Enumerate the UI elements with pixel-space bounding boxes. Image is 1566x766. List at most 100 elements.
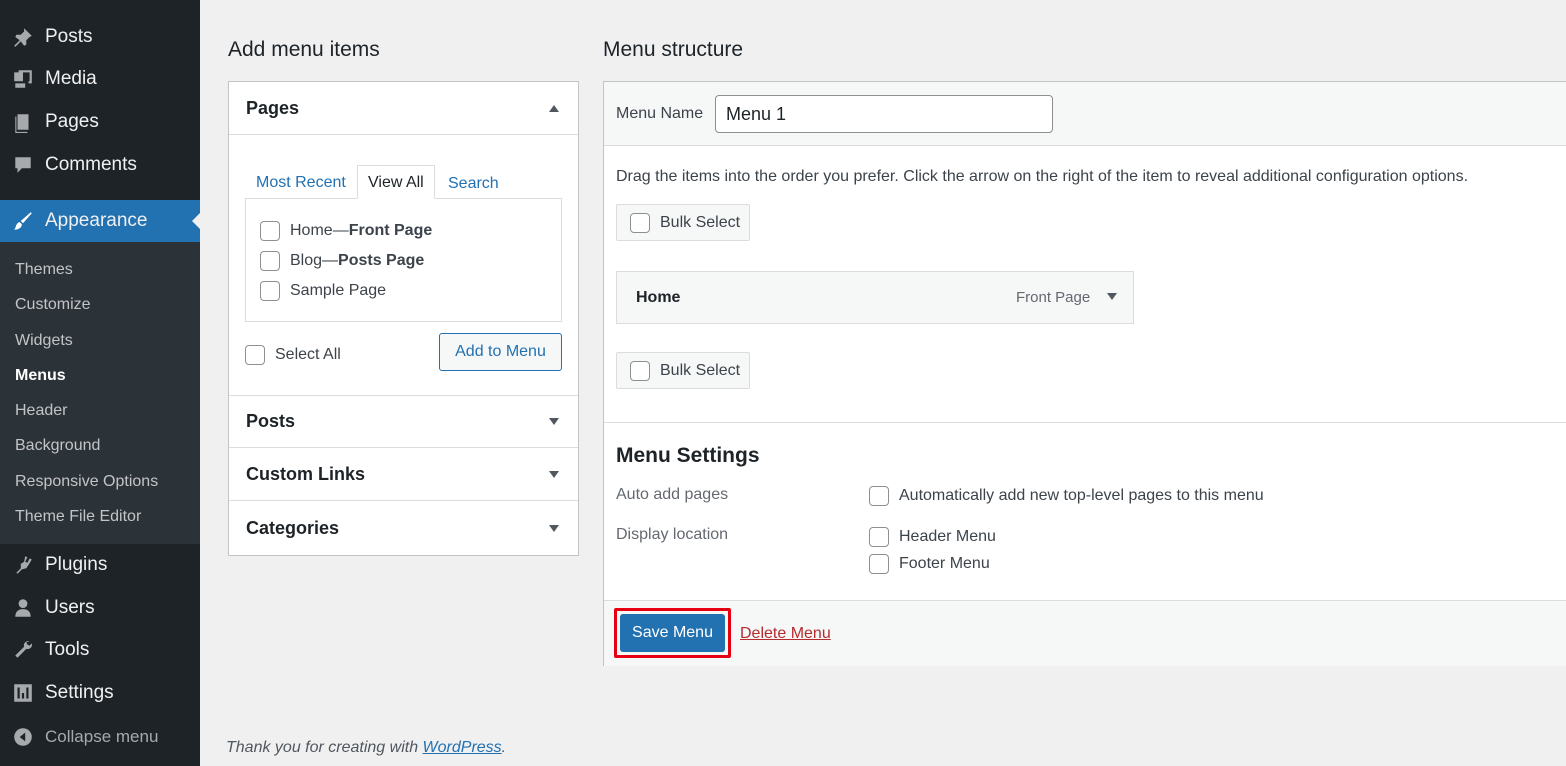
comment-icon — [11, 153, 35, 177]
collapse-icon — [11, 725, 35, 749]
sidebar-item-tools[interactable]: Tools — [0, 630, 200, 670]
checkbox[interactable] — [260, 251, 280, 271]
checkbox[interactable] — [260, 221, 280, 241]
save-menu-button[interactable]: Save Menu — [620, 614, 725, 652]
sidebar-item-settings[interactable]: Settings — [0, 673, 200, 713]
page-state: Posts Page — [338, 252, 425, 269]
page-title: Blog — [290, 252, 323, 269]
page-separator: — — [322, 252, 339, 269]
expand-arrow-icon[interactable] — [1107, 293, 1117, 300]
menu-name-input[interactable] — [715, 95, 1053, 133]
collapse-arrow-icon[interactable] — [549, 104, 559, 112]
display-location-label: Display location — [616, 526, 729, 543]
sidebar-item-label: Users — [45, 597, 95, 618]
checkbox[interactable] — [245, 345, 265, 365]
sidebar-item-label: Posts — [45, 26, 93, 47]
tab-view-all[interactable]: View All — [357, 165, 435, 199]
section-title: Categories — [246, 518, 340, 538]
checkbox[interactable] — [260, 281, 280, 301]
submenu-item-responsive-options[interactable]: Responsive Options — [15, 473, 158, 491]
checkbox[interactable] — [869, 527, 889, 547]
select-all-label: Select All — [275, 346, 341, 363]
menu-structure-heading: Menu structure — [603, 38, 744, 61]
submenu-item-widgets[interactable]: Widgets — [15, 332, 73, 350]
bulk-select-bottom[interactable]: Bulk Select — [616, 352, 750, 389]
accordion-section-custom-links[interactable]: Custom Links — [229, 448, 578, 501]
pages-checklist: Home — Front Page Blog — Posts Page Samp… — [245, 198, 562, 322]
sidebar-item-label: Media — [45, 68, 97, 89]
expand-arrow-icon[interactable] — [549, 470, 559, 478]
sidebar-item-users[interactable]: Users — [0, 588, 200, 628]
expand-arrow-icon[interactable] — [549, 525, 559, 532]
menu-structure-panel: Menu Name Drag the items into the order … — [603, 81, 1566, 666]
checkbox[interactable] — [630, 360, 650, 381]
page-separator: — — [332, 222, 349, 239]
page-title: Sample Page — [290, 282, 387, 299]
page-option-home[interactable]: Home — Front Page — [260, 221, 432, 241]
select-all-checkbox[interactable]: Select All — [245, 345, 341, 365]
menu-item-home[interactable]: Home Front Page — [616, 271, 1134, 324]
tab-search[interactable]: Search — [438, 167, 509, 201]
bulk-select-top[interactable]: Bulk Select — [616, 204, 750, 241]
sidebar-item-label: Plugins — [45, 554, 108, 575]
sidebar-item-label: Comments — [45, 154, 137, 175]
appearance-submenu: Themes Customize Widgets Menus Header Ba… — [0, 242, 200, 544]
pages-icon — [11, 110, 35, 134]
plugin-icon — [11, 553, 35, 577]
location-header-menu[interactable]: Header Menu — [869, 527, 996, 547]
accordion-section-categories[interactable]: Categories — [229, 502, 578, 555]
submenu-item-header[interactable]: Header — [15, 402, 67, 420]
accordion-section-pages[interactable]: Pages — [229, 82, 578, 135]
sidebar-item-label: Tools — [45, 639, 90, 660]
sidebar-item-label: Settings — [45, 682, 114, 703]
submenu-item-menus[interactable]: Menus — [15, 367, 66, 385]
admin-footer: Thank you for creating with WordPress. — [226, 739, 506, 757]
submenu-item-background[interactable]: Background — [15, 437, 100, 455]
footer-text: Thank you for creating with — [226, 739, 423, 756]
add-menu-items-heading: Add menu items — [228, 38, 380, 61]
brush-icon — [11, 209, 35, 233]
sidebar-item-appearance[interactable]: Appearance — [0, 200, 200, 242]
expand-arrow-icon[interactable] — [549, 418, 559, 425]
add-to-menu-button[interactable]: Add to Menu — [439, 333, 562, 371]
user-icon — [11, 596, 35, 620]
footer-suffix: . — [501, 739, 507, 756]
add-menu-items-accordion: Pages Most Recent View All Search Home —… — [228, 81, 579, 556]
delete-menu-link[interactable]: Delete Menu — [740, 625, 831, 643]
checkbox[interactable] — [869, 486, 889, 506]
menu-settings-heading: Menu Settings — [616, 444, 760, 467]
auto-add-pages-option[interactable]: Automatically add new top-level pages to… — [869, 486, 1264, 506]
submenu-item-theme-file-editor[interactable]: Theme File Editor — [15, 508, 141, 526]
accordion-section-posts[interactable]: Posts — [229, 395, 578, 448]
sidebar-item-posts[interactable]: Posts — [0, 17, 200, 57]
submenu-item-customize[interactable]: Customize — [15, 296, 91, 314]
admin-sidebar: Posts Media Pages Comments Appearance Th… — [0, 0, 200, 766]
divider — [604, 422, 1566, 423]
media-icon — [11, 67, 35, 91]
menu-item-title: Home — [636, 289, 681, 306]
option-label: Automatically add new top-level pages to… — [899, 487, 1264, 504]
collapse-menu-label: Collapse menu — [45, 727, 159, 746]
submenu-item-themes[interactable]: Themes — [15, 261, 73, 279]
menu-name-bar: Menu Name — [604, 82, 1566, 146]
sidebar-item-media[interactable]: Media — [0, 59, 200, 99]
bulk-select-label: Bulk Select — [660, 213, 741, 231]
sidebar-item-comments[interactable]: Comments — [0, 145, 200, 185]
drag-instructions: Drag the items into the order you prefer… — [616, 168, 1469, 185]
menu-item-type: Front Page — [1016, 289, 1091, 306]
option-label: Footer Menu — [899, 555, 990, 572]
page-option-blog[interactable]: Blog — Posts Page — [260, 251, 424, 271]
wordpress-link[interactable]: WordPress — [423, 739, 502, 756]
settings-icon — [11, 681, 35, 705]
page-option-sample-page[interactable]: Sample Page — [260, 281, 386, 301]
collapse-menu-button[interactable]: Collapse menu — [0, 717, 200, 757]
checkbox[interactable] — [869, 554, 889, 574]
checkbox[interactable] — [630, 212, 650, 233]
sidebar-item-pages[interactable]: Pages — [0, 102, 200, 142]
section-title: Custom Links — [246, 463, 366, 484]
tab-most-recent[interactable]: Most Recent — [246, 166, 356, 200]
sidebar-item-label: Pages — [45, 111, 99, 132]
location-footer-menu[interactable]: Footer Menu — [869, 554, 990, 574]
bulk-select-label: Bulk Select — [660, 361, 741, 379]
sidebar-item-plugins[interactable]: Plugins — [0, 545, 200, 585]
